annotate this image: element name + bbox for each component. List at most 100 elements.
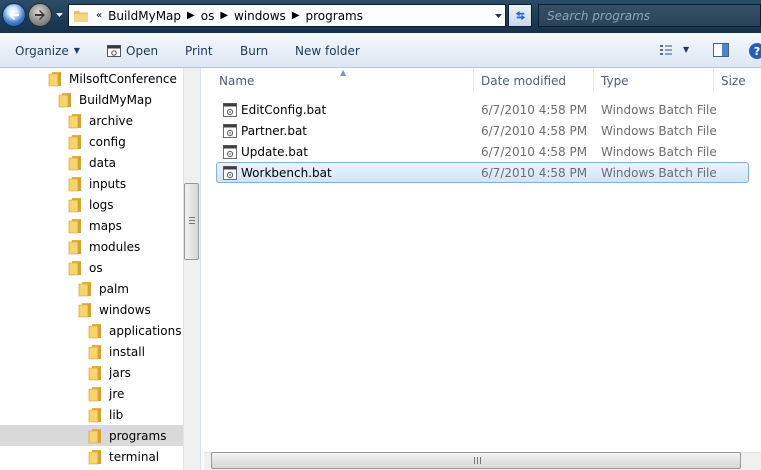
tree-item-label: MilsoftConference: [69, 71, 177, 86]
breadcrumb-windows[interactable]: windows: [234, 9, 286, 23]
view-options-dropdown-icon[interactable]: ▼: [683, 45, 689, 54]
folder-icon: [68, 197, 81, 212]
tree-item-programs[interactable]: programs: [0, 425, 183, 446]
folder-icon: [88, 365, 101, 380]
breadcrumb-programs[interactable]: programs: [306, 9, 363, 23]
tree-item-milsoftconference[interactable]: MilsoftConference: [48, 68, 177, 89]
folder-icon: [68, 155, 81, 170]
tree-item-inputs[interactable]: inputs: [68, 173, 126, 194]
folder-icon: [88, 449, 101, 464]
new-folder-label: New folder: [295, 43, 360, 58]
tree-item-config[interactable]: config: [68, 131, 126, 152]
file-type: Windows Batch File: [601, 103, 717, 117]
tree-item-label: BuildMyMap: [79, 92, 152, 107]
tree-item-label: palm: [99, 281, 129, 296]
file-date-modified: 6/7/2010 4:58 PM: [481, 145, 588, 159]
tree-item-os[interactable]: os: [68, 257, 103, 278]
batch-file-icon: [223, 124, 237, 138]
navigation-pane-scroll-thumb[interactable]: [184, 183, 199, 260]
preview-pane-icon[interactable]: [712, 42, 730, 58]
search-box[interactable]: [538, 4, 761, 27]
file-type: Windows Batch File: [601, 166, 717, 180]
tree-item-label: modules: [89, 239, 141, 254]
back-arrow-icon: [9, 10, 19, 20]
tree-item-logs[interactable]: logs: [68, 194, 114, 215]
tree-item-label: terminal: [109, 449, 160, 464]
refresh-button[interactable]: [508, 4, 532, 27]
batch-file-icon: [223, 145, 237, 159]
tree-item-buildmymap[interactable]: BuildMyMap: [58, 89, 152, 110]
address-history-dropdown[interactable]: [491, 5, 505, 26]
chevron-down-icon: [494, 13, 502, 18]
tree-item-label: install: [109, 344, 145, 359]
tree-item-terminal[interactable]: terminal: [88, 446, 159, 467]
tree-item-label: jre: [109, 386, 125, 401]
tree-item-modules[interactable]: modules: [68, 236, 140, 257]
file-date-modified: 6/7/2010 4:58 PM: [481, 166, 588, 180]
batch-file-icon: [223, 103, 237, 117]
breadcrumb-os[interactable]: os: [201, 9, 215, 23]
tree-item-archive[interactable]: archive: [68, 110, 133, 131]
tree-item-label: logs: [89, 197, 114, 212]
column-size-label: Size: [721, 73, 746, 88]
file-row[interactable]: Workbench.bat 6/7/2010 4:58 PM Windows Bat…: [216, 162, 749, 183]
sort-ascending-icon: ▲: [340, 68, 347, 77]
navigation-pane: MilsoftConference BuildMyMap archive config…: [0, 68, 183, 470]
tree-item-label: lib: [109, 407, 124, 422]
tree-item-install[interactable]: install: [88, 341, 145, 362]
file-list-scroll-thumb[interactable]: [211, 452, 741, 469]
breadcrumb-overflow[interactable]: «: [96, 10, 102, 21]
tree-item-label: jars: [109, 365, 131, 380]
file-name: Workbench.bat: [241, 166, 332, 180]
tree-item-label: archive: [89, 113, 134, 128]
back-button[interactable]: [2, 3, 26, 27]
help-icon[interactable]: ?: [748, 42, 761, 60]
recent-pages-dropdown-icon[interactable]: [55, 11, 64, 19]
burn-button[interactable]: Burn: [240, 33, 268, 68]
column-header-size[interactable]: Size: [712, 68, 761, 93]
change-view-icon[interactable]: [658, 42, 674, 58]
open-button[interactable]: Open: [106, 33, 158, 68]
breadcrumb-separator-icon[interactable]: ▶: [220, 10, 228, 21]
forward-button[interactable]: [28, 3, 52, 27]
file-name: Update.bat: [241, 145, 308, 159]
tree-item-label: windows: [99, 302, 151, 317]
tree-item-lib[interactable]: lib: [88, 404, 123, 425]
print-button[interactable]: Print: [185, 33, 213, 68]
navigation-pane-scrollbar[interactable]: [183, 68, 200, 470]
file-row[interactable]: Partner.bat 6/7/2010 4:58 PM Windows Batch…: [216, 120, 749, 141]
address-bar-area: « BuildMyMap ▶ os ▶ windows ▶ programs: [0, 0, 761, 33]
tree-item-maps[interactable]: maps: [68, 215, 122, 236]
address-field[interactable]: « BuildMyMap ▶ os ▶ windows ▶ programs: [68, 4, 506, 27]
new-folder-button[interactable]: New folder: [295, 33, 360, 68]
organize-label: Organize: [15, 43, 69, 58]
print-label: Print: [185, 43, 213, 58]
search-input[interactable]: [547, 8, 747, 23]
column-header-type[interactable]: Type: [592, 68, 714, 93]
column-name-label: Name: [219, 73, 255, 88]
file-row[interactable]: EditConfig.bat 6/7/2010 4:58 PM Windows Ba…: [216, 99, 749, 120]
folder-icon: [88, 344, 101, 359]
folder-icon: [68, 260, 81, 275]
tree-item-palm[interactable]: palm: [78, 278, 129, 299]
column-type-label: Type: [601, 73, 629, 88]
tree-item-jars[interactable]: jars: [88, 362, 131, 383]
tree-item-data[interactable]: data: [68, 152, 116, 173]
organize-menu-button[interactable]: Organize ▼: [15, 33, 80, 68]
breadcrumb-separator-icon[interactable]: ▶: [187, 10, 195, 21]
folder-icon: [68, 134, 81, 149]
column-header-date-modified[interactable]: Date modified: [472, 68, 594, 93]
folder-icon: [78, 302, 91, 317]
file-row[interactable]: Update.bat 6/7/2010 4:58 PM Windows Batch …: [216, 141, 749, 162]
folder-icon: [58, 92, 71, 107]
breadcrumb-buildmymap[interactable]: BuildMyMap: [108, 9, 181, 23]
batch-file-icon: [223, 166, 237, 180]
tree-item-windows[interactable]: windows: [78, 299, 151, 320]
folder-icon: [68, 113, 81, 128]
folder-icon: [88, 428, 101, 443]
breadcrumb-separator-icon[interactable]: ▶: [292, 10, 300, 21]
chevron-down-icon: ▼: [73, 46, 80, 55]
tree-item-applications[interactable]: applications: [88, 320, 181, 341]
tree-item-jre[interactable]: jre: [88, 383, 124, 404]
forward-arrow-icon: [35, 10, 45, 20]
